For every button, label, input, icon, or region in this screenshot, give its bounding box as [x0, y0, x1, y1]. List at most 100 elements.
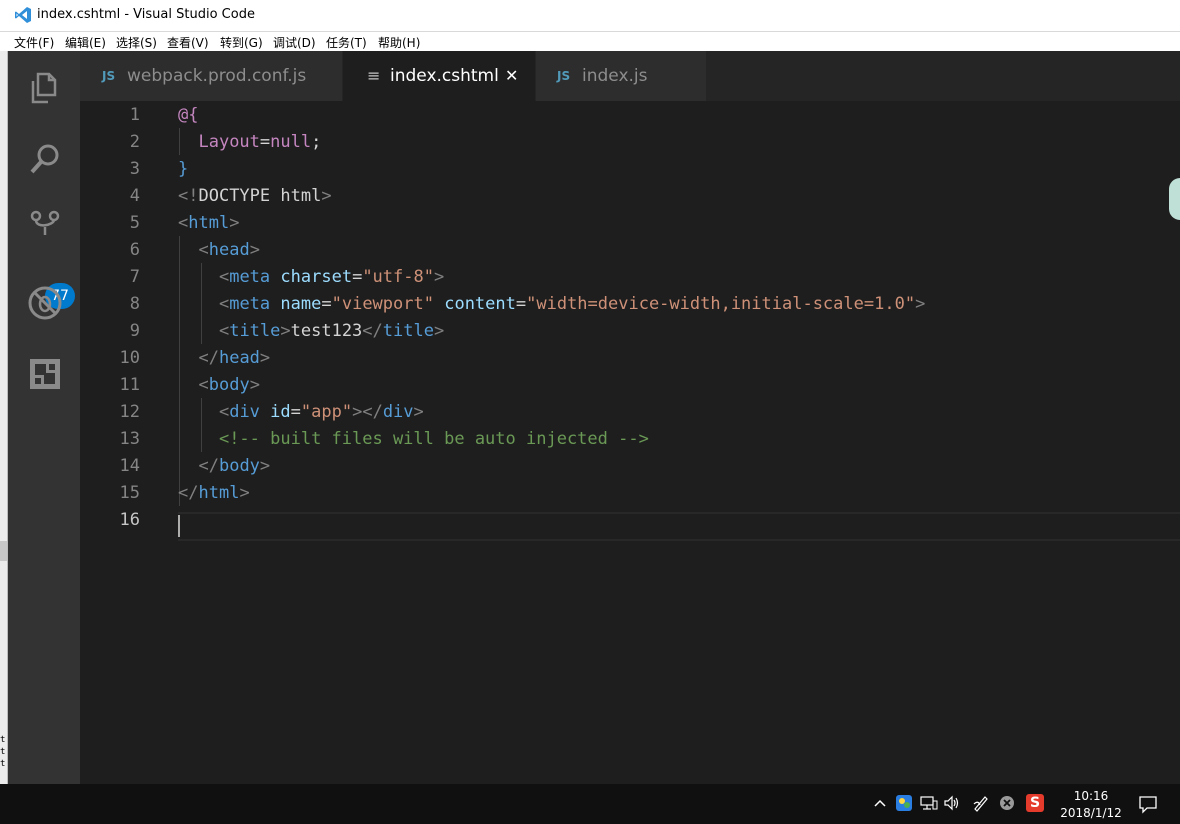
- menu-debug[interactable]: 调试(D): [273, 34, 316, 51]
- menu-tasks[interactable]: 任务(T): [326, 34, 367, 51]
- code-token: <: [198, 375, 209, 395]
- menu-selection[interactable]: 选择(S): [116, 34, 157, 51]
- line-number: 4: [129, 186, 140, 206]
- code-token: >: [280, 321, 291, 341]
- code-text: <meta charset="utf-8">: [178, 264, 444, 291]
- code-text: Layout=null;: [178, 129, 321, 156]
- close-circle-icon[interactable]: [998, 794, 1016, 812]
- pen-icon[interactable]: [972, 794, 990, 812]
- code-token: head: [208, 240, 250, 260]
- line-number: 6: [129, 240, 140, 260]
- code-line: 5 <html>: [80, 210, 1180, 237]
- code-line: 1 @{: [80, 102, 1180, 129]
- code-token: >: [249, 375, 260, 395]
- javascript-file-icon: JS: [102, 69, 116, 83]
- code-text: <div id="app"></div>: [178, 399, 424, 426]
- debug-icon[interactable]: [25, 283, 65, 323]
- tab-label: index.cshtml: [390, 66, 499, 86]
- code-token: <: [178, 213, 189, 233]
- code-text: @{: [178, 102, 198, 129]
- code-line: 8 <meta name="viewport" content="width=d…: [80, 291, 1180, 318]
- network-people-icon[interactable]: [895, 794, 913, 812]
- code-token: <: [218, 321, 230, 341]
- code-token: <: [218, 294, 230, 314]
- volume-icon[interactable]: [943, 794, 961, 812]
- clock-time: 10:16: [1073, 789, 1109, 803]
- tab-webpack-prod-conf[interactable]: JS webpack.prod.conf.js: [80, 51, 342, 101]
- code-line: 2 Layout=null;: [80, 129, 1180, 156]
- title-bar: index.cshtml - Visual Studio Code: [0, 0, 1180, 32]
- tab-index-cshtml[interactable]: ≡ index.cshtml ✕: [343, 51, 535, 101]
- line-number: 13: [119, 429, 140, 449]
- tab-bar: JS webpack.prod.conf.js ≡ index.cshtml ✕…: [80, 51, 1180, 101]
- taskbar: S 10:16 2018/1/12: [0, 784, 1180, 824]
- code-token: test123: [290, 321, 363, 341]
- notification-icon[interactable]: [1138, 794, 1158, 814]
- tab-label: webpack.prod.conf.js: [127, 66, 307, 86]
- code-token: >: [433, 267, 445, 287]
- code-token: </: [198, 456, 219, 476]
- line-number: 11: [119, 375, 140, 395]
- code-token: <!-- built files will be auto injected -…: [218, 429, 649, 449]
- code-token: <!: [178, 186, 199, 206]
- code-token: title: [229, 321, 281, 341]
- text-cursor: [178, 515, 180, 537]
- code-token: ;: [311, 132, 322, 152]
- code-token: title: [382, 321, 434, 341]
- code-token: =: [259, 132, 271, 152]
- code-token: <: [218, 402, 230, 422]
- code-token: content: [444, 294, 516, 314]
- background-window-scroll: [0, 541, 7, 561]
- code-token: >: [915, 294, 926, 314]
- vscode-logo-icon: [15, 7, 31, 23]
- menu-go[interactable]: 转到(G): [220, 34, 263, 51]
- code-line: 10 </head>: [80, 345, 1180, 372]
- network-icon[interactable]: [920, 794, 938, 812]
- code-token: =: [515, 294, 527, 314]
- code-token: <: [198, 240, 209, 260]
- code-line: 15 </html>: [80, 480, 1180, 507]
- code-text: <meta name="viewport" content="width=dev…: [178, 291, 925, 318]
- search-icon[interactable]: [25, 139, 65, 179]
- code-editor[interactable]: 1 @{2 Layout=null; 3} 4 <!DOCTYPE html> 5 <htm…: [80, 101, 1180, 784]
- code-text: </html>: [178, 480, 250, 507]
- menu-view[interactable]: 查看(V): [167, 34, 209, 51]
- floating-widget[interactable]: [1169, 178, 1180, 220]
- line-number: 2: [129, 132, 140, 152]
- code-token: body: [218, 456, 260, 476]
- extensions-icon[interactable]: [25, 354, 65, 394]
- menu-edit[interactable]: 编辑(E): [65, 34, 106, 51]
- text-file-icon: ≡: [367, 66, 381, 85]
- code-token: </: [198, 348, 219, 368]
- close-icon[interactable]: ✕: [505, 66, 518, 85]
- tab-index-js[interactable]: JS index.js: [536, 51, 706, 101]
- code-line: 16: [80, 507, 1180, 534]
- code-line: 12 <div id="app"></div>: [80, 399, 1180, 426]
- background-window-text: ttt: [0, 735, 6, 769]
- code-token: @{: [178, 105, 199, 125]
- code-token: >: [321, 186, 332, 206]
- chevron-up-icon[interactable]: [871, 794, 889, 812]
- code-token: "app": [300, 402, 353, 422]
- line-number: 8: [129, 294, 140, 314]
- code-text: <!DOCTYPE html>: [178, 183, 332, 210]
- menu-file[interactable]: 文件(F): [14, 34, 54, 51]
- system-clock[interactable]: 10:16 2018/1/12: [1058, 788, 1124, 822]
- code-token: "utf-8": [362, 267, 434, 287]
- line-number: 10: [119, 348, 140, 368]
- source-control-icon[interactable]: [25, 205, 65, 245]
- files-icon[interactable]: [25, 68, 65, 108]
- code-token: =: [352, 267, 363, 287]
- sogou-ime-icon[interactable]: S: [1026, 794, 1044, 812]
- code-token: >: [239, 483, 250, 503]
- code-token: html: [188, 213, 230, 233]
- code-token: ></: [352, 402, 383, 422]
- line-number: 5: [129, 213, 140, 233]
- code-token: html: [198, 483, 240, 503]
- menu-help[interactable]: 帮助(H): [378, 34, 420, 51]
